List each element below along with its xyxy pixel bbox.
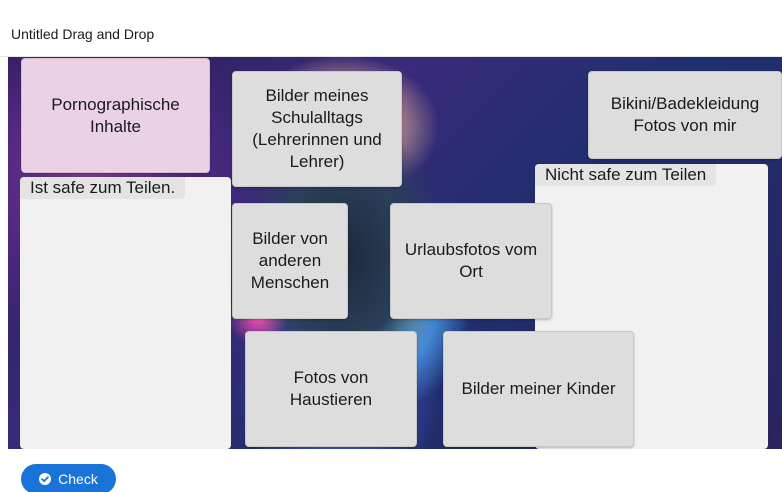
- draggable-label: Bilder meiner Kinder: [461, 379, 616, 398]
- draggable-bikini-fotos[interactable]: Bikini/Badekleidung Fotos von mir: [588, 71, 782, 159]
- draggable-pornographische-inhalte[interactable]: Pornographische Inhalte: [21, 58, 210, 173]
- draggable-meine-kinder[interactable]: Bilder meiner Kinder: [443, 331, 634, 447]
- draggable-andere-menschen[interactable]: Bilder von anderen Menschen: [232, 203, 348, 319]
- draggable-label: Pornographische Inhalte: [51, 94, 180, 136]
- check-button[interactable]: Check: [21, 464, 116, 492]
- draggable-haustiere[interactable]: Fotos von Haustieren: [245, 331, 417, 447]
- draggable-label: Bilder meines Schulalltags (Lehrerinnen …: [252, 86, 382, 171]
- draggable-label: Bikini/Badekleidung Fotos von mir: [610, 94, 760, 135]
- task-area: Ist safe zum Teilen. Nicht safe zum Teil…: [8, 57, 782, 449]
- draggable-label: Fotos von Haustieren: [289, 368, 373, 409]
- page-title: Untitled Drag and Drop: [11, 26, 155, 42]
- dropzone-safe[interactable]: Ist safe zum Teilen.: [20, 177, 231, 449]
- title-bar: Untitled Drag and Drop: [0, 10, 782, 57]
- draggable-schulalltag[interactable]: Bilder meines Schulalltags (Lehrerinnen …: [232, 71, 402, 187]
- dropzone-safe-label: Ist safe zum Teilen.: [20, 177, 186, 199]
- check-button-label: Check: [58, 471, 98, 487]
- check-circle-icon: [39, 473, 52, 485]
- dropzone-not-safe-label: Nicht safe zum Teilen: [535, 164, 717, 186]
- draggable-urlaubsfotos[interactable]: Urlaubsfotos vom Ort: [390, 203, 552, 319]
- draggable-label: Urlaubsfotos vom Ort: [404, 240, 538, 281]
- draggable-label: Bilder von anderen Menschen: [250, 229, 330, 292]
